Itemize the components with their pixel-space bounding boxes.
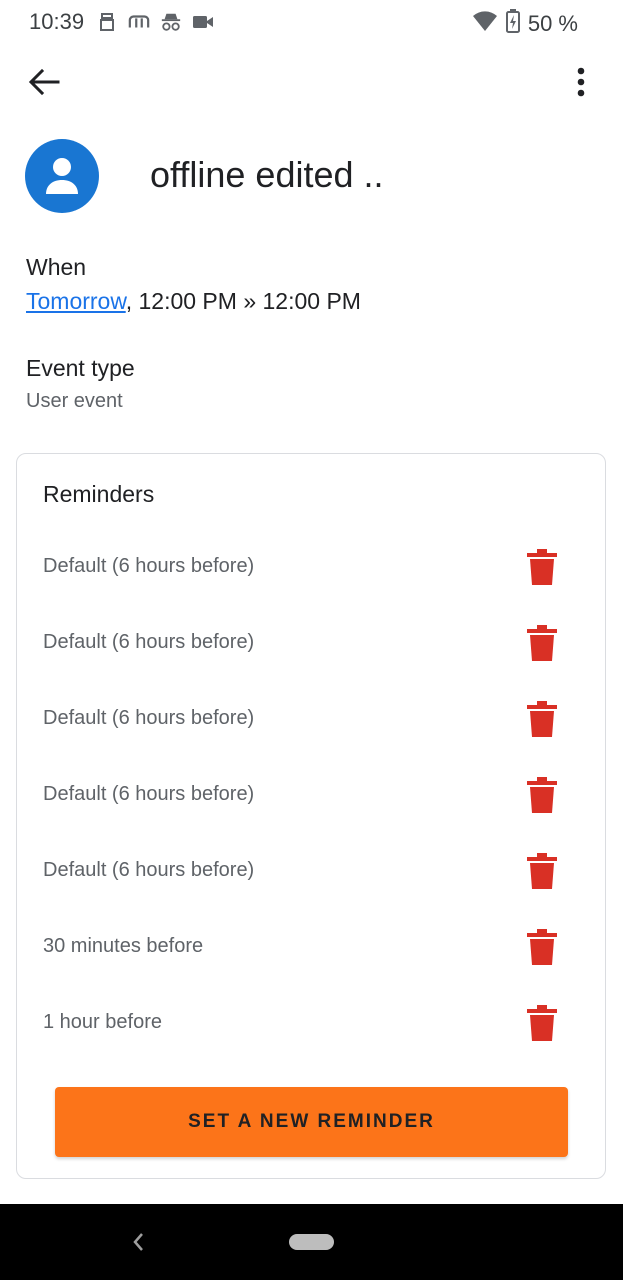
reminder-item[interactable]: Default (6 hours before)	[17, 682, 605, 758]
when-value: Tomorrow, 12:00 PM » 12:00 PM	[26, 288, 361, 315]
reminder-item[interactable]: 1 hour before	[17, 986, 605, 1062]
back-button[interactable]	[24, 64, 64, 100]
day-link[interactable]: Tomorrow	[26, 288, 126, 314]
trash-icon	[527, 625, 557, 661]
chevron-left-icon	[133, 1233, 143, 1251]
reminder-item[interactable]: Default (6 hours before)	[17, 606, 605, 682]
when-label: When	[26, 254, 87, 280]
reminder-item[interactable]: Default (6 hours before)	[17, 834, 605, 910]
trash-icon	[527, 777, 557, 813]
event-header: offline edited ..	[0, 138, 623, 218]
reminder-label: Default (6 hours before)	[43, 707, 255, 729]
person-icon	[46, 158, 78, 194]
event-type-label: Event type	[26, 355, 135, 381]
status-time: 10:39	[29, 9, 85, 34]
notification-icon	[128, 11, 150, 33]
delete-reminder-button[interactable]	[524, 851, 560, 891]
delete-reminder-button[interactable]	[524, 1003, 560, 1043]
delete-reminder-button[interactable]	[524, 699, 560, 739]
trash-icon	[527, 701, 557, 737]
reminder-label: 1 hour before	[43, 1011, 162, 1033]
reminder-label: Default (6 hours before)	[43, 631, 255, 653]
trash-icon	[527, 1005, 557, 1041]
delete-reminder-button[interactable]	[524, 623, 560, 663]
nav-home-pill[interactable]	[289, 1234, 334, 1250]
event-title: offline edited ..	[150, 154, 384, 195]
status-right: 50 %	[472, 9, 578, 38]
reminder-item[interactable]: Default (6 hours before)	[17, 758, 605, 834]
set-new-reminder-button[interactable]: SET A NEW REMINDER	[55, 1087, 568, 1157]
battery-icon	[505, 9, 520, 38]
video-icon	[192, 11, 214, 33]
reminder-label: 30 minutes before	[43, 935, 204, 957]
time-range: , 12:00 PM » 12:00 PM	[125, 288, 361, 314]
delete-reminder-button[interactable]	[524, 927, 560, 967]
nav-back-button[interactable]	[126, 1230, 150, 1254]
reminders-title: Reminders	[43, 481, 155, 507]
status-icons-left	[96, 11, 214, 33]
reminders-card: Reminders Default (6 hours before) Defau…	[16, 453, 606, 1179]
app-bar	[0, 52, 623, 112]
reminder-label: Default (6 hours before)	[43, 555, 255, 577]
reminder-item[interactable]: 30 minutes before	[17, 910, 605, 986]
delete-reminder-button[interactable]	[524, 775, 560, 815]
trash-icon	[527, 929, 557, 965]
sim-icon	[96, 11, 118, 33]
delete-reminder-button[interactable]	[524, 547, 560, 587]
arrow-back-icon	[28, 68, 60, 96]
more-vert-icon	[577, 67, 585, 97]
more-options-button[interactable]	[563, 64, 599, 100]
battery-level: 50 %	[527, 10, 578, 36]
reminder-item[interactable]: Default (6 hours before)	[17, 530, 605, 606]
event-type-value: User event	[26, 390, 123, 412]
reminder-label: Default (6 hours before)	[43, 783, 255, 805]
reminder-label: Default (6 hours before)	[43, 859, 255, 881]
trash-icon	[527, 853, 557, 889]
status-bar: 10:39 50 %	[0, 0, 623, 44]
trash-icon	[527, 549, 557, 585]
wifi-icon	[472, 10, 498, 37]
avatar	[25, 139, 99, 213]
reminder-list: Default (6 hours before) Default (6 hour…	[17, 530, 605, 1062]
incognito-icon	[160, 11, 182, 33]
system-nav-bar	[0, 1204, 623, 1280]
